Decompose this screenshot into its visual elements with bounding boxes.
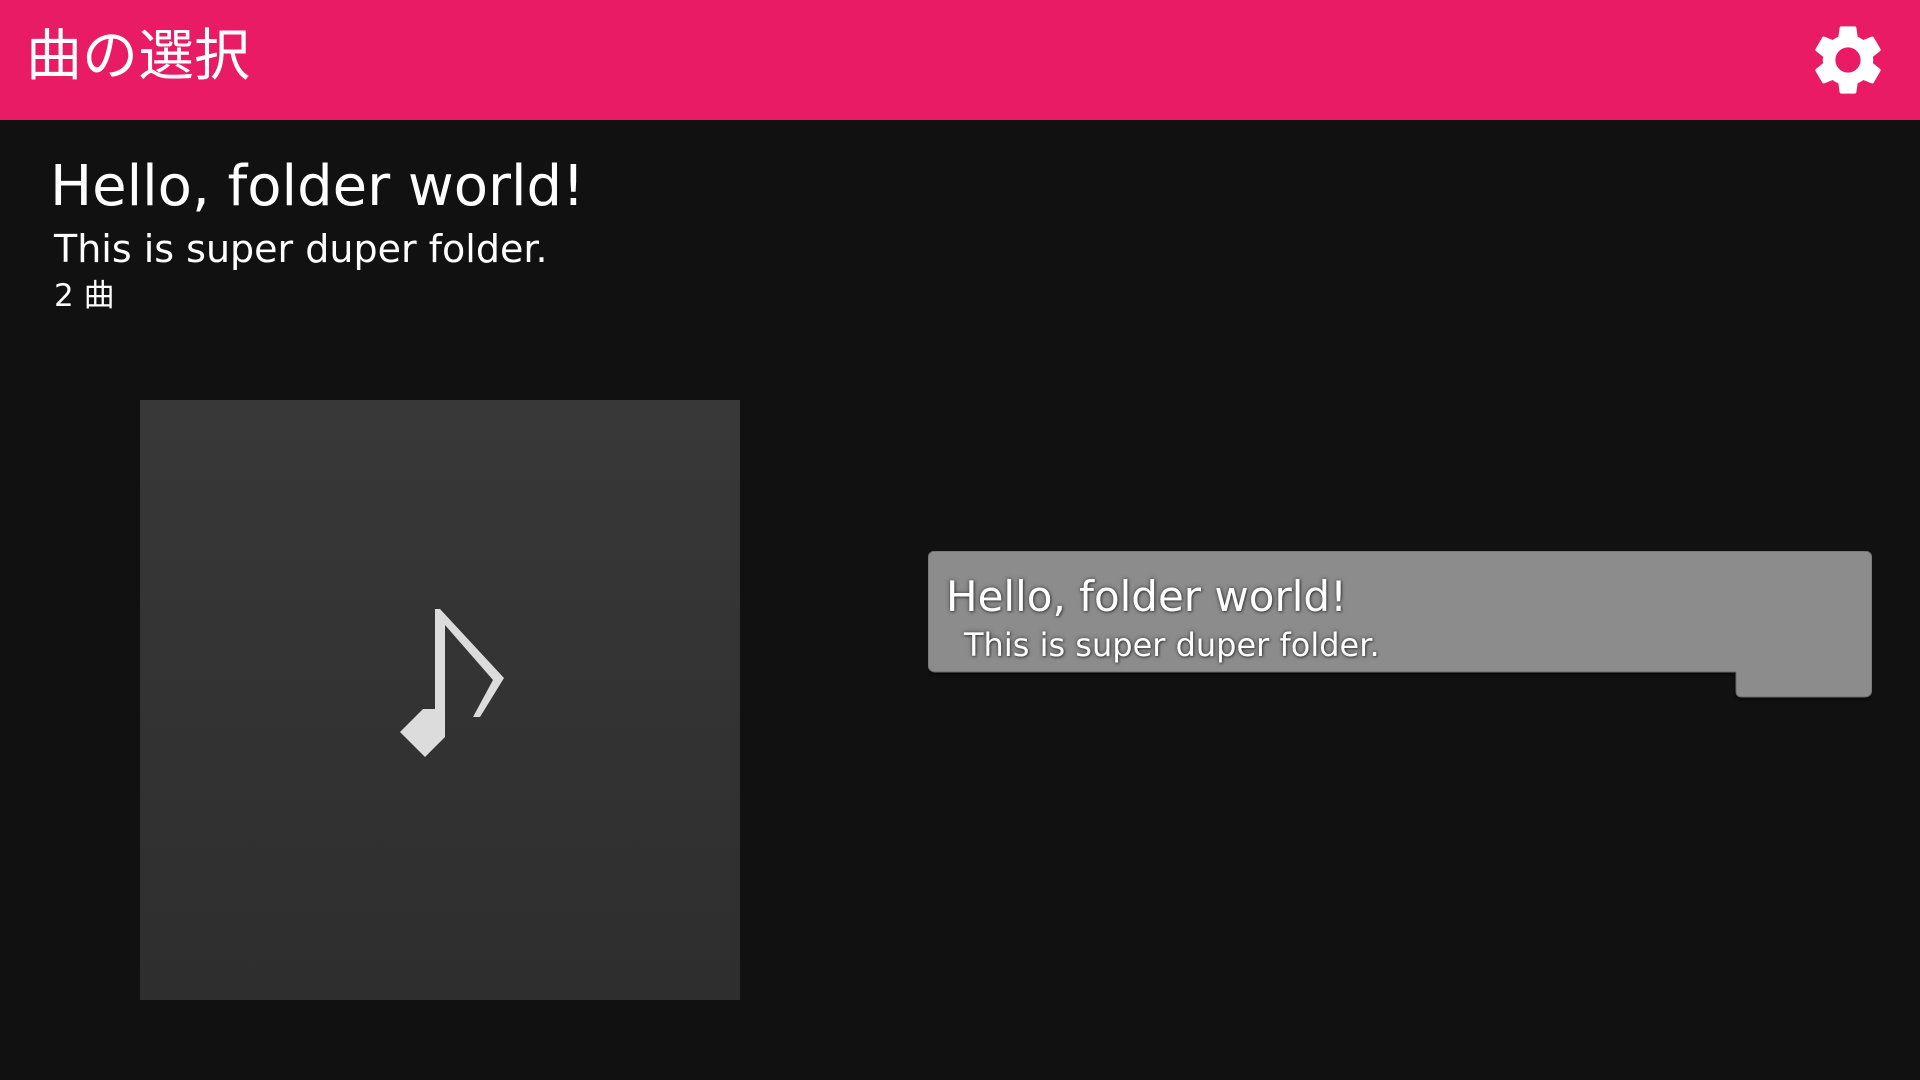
folder-title: Hello, folder world! [50, 154, 585, 219]
song-count: 2 曲 [54, 278, 115, 314]
list-item[interactable]: Hello, folder world! This is super duper… [928, 551, 1872, 701]
list-item-title: Hello, folder world! [946, 572, 1347, 621]
page-title: 曲の選択 [26, 24, 250, 89]
settings-button[interactable] [1806, 18, 1890, 102]
gear-icon [1815, 26, 1881, 94]
folder-description: This is super duper folder. [54, 227, 548, 271]
jacket-image [140, 400, 740, 1000]
folder-info: Hello, folder world! This is super duper… [50, 150, 585, 318]
list-item-description: This is super duper folder. [964, 626, 1380, 664]
music-note-icon [400, 609, 504, 757]
header-bar: 曲の選択 [0, 0, 1920, 120]
song-select-screen: 曲の選択 Hello, folder world! This is super … [0, 0, 1920, 1080]
